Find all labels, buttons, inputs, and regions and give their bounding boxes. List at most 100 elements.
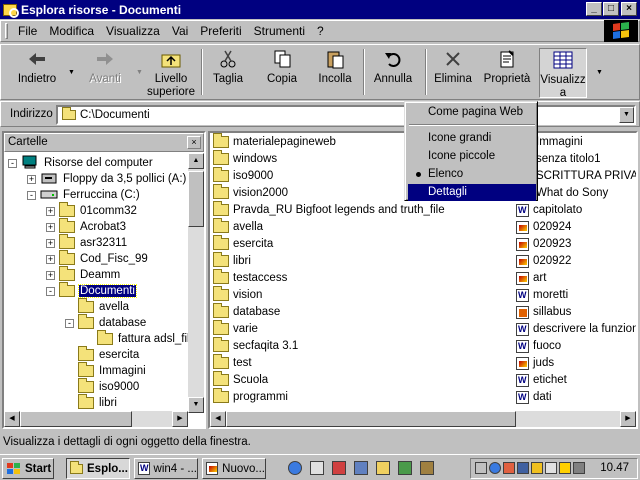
- scroll-down-icon[interactable]: ▼: [188, 397, 204, 413]
- task-explorer[interactable]: Esplo...: [66, 458, 130, 479]
- quicklaunch-outlook-icon[interactable]: [354, 461, 368, 475]
- menu-modifica[interactable]: Modifica: [43, 24, 100, 38]
- quicklaunch-ie-icon[interactable]: [288, 461, 302, 475]
- menu-item-small-icons[interactable]: Icone piccole: [408, 148, 536, 165]
- back-dropdown-icon[interactable]: ▼: [68, 69, 75, 76]
- list-item[interactable]: 020922: [516, 253, 571, 269]
- tray-network-icon[interactable]: [489, 462, 501, 474]
- menu-preferiti[interactable]: Preferiti: [194, 24, 247, 38]
- properties-button[interactable]: Proprietà: [481, 48, 533, 98]
- list-item[interactable]: descrivere la funzione: [516, 321, 636, 337]
- list-item[interactable]: moretti: [516, 287, 568, 303]
- scroll-right-icon[interactable]: ▶: [172, 411, 188, 427]
- list-item[interactable]: libri: [213, 252, 251, 269]
- expand-icon[interactable]: +: [46, 270, 55, 280]
- tree-node[interactable]: + Floppy da 3,5 pollici (A:): [27, 171, 187, 187]
- list-item[interactable]: windows: [213, 150, 277, 167]
- list-item[interactable]: programmi: [213, 388, 288, 405]
- list-item[interactable]: juds: [516, 355, 554, 371]
- quicklaunch-edit-icon[interactable]: [376, 461, 390, 475]
- list-item[interactable]: iso9000: [213, 167, 273, 184]
- scroll-right-icon[interactable]: ▶: [620, 411, 636, 427]
- expand-icon[interactable]: +: [27, 174, 36, 184]
- list-item[interactable]: dati: [516, 389, 552, 405]
- list-horizontal-scrollbar[interactable]: ◀ ▶: [210, 411, 636, 427]
- tree-horizontal-scrollbar[interactable]: ◀ ▶: [4, 411, 188, 427]
- list-item[interactable]: testaccess: [213, 269, 287, 286]
- menu-strumenti[interactable]: Strumenti: [248, 24, 311, 38]
- list-item[interactable]: 020923: [516, 236, 571, 252]
- tray-icon-6[interactable]: [545, 462, 557, 474]
- list-item[interactable]: Scuola: [213, 371, 268, 388]
- list-item[interactable]: capitolato: [516, 202, 582, 218]
- collapse-icon[interactable]: -: [46, 286, 55, 296]
- views-button[interactable]: Visualizz a: [539, 48, 587, 99]
- list-item[interactable]: sillabus: [516, 304, 571, 320]
- task-new[interactable]: Nuovo...: [202, 458, 266, 479]
- tray-icon-3[interactable]: [503, 462, 515, 474]
- list-item[interactable]: secfaqita 3.1: [213, 337, 298, 354]
- tree-node[interactable]: + Acrobat3: [46, 218, 127, 235]
- quicklaunch-channels-icon[interactable]: [332, 461, 346, 475]
- list-item[interactable]: database: [213, 303, 280, 320]
- tree-node[interactable]: libri: [65, 394, 118, 411]
- start-button[interactable]: Start: [2, 458, 54, 479]
- tree-node[interactable]: fattura adsl_file: [84, 330, 197, 347]
- collapse-icon[interactable]: -: [8, 158, 17, 168]
- scroll-left-icon[interactable]: ◀: [210, 411, 226, 427]
- expand-icon[interactable]: +: [46, 222, 55, 232]
- scroll-thumb[interactable]: [20, 411, 132, 427]
- scroll-up-icon[interactable]: ▲: [188, 153, 204, 169]
- scroll-thumb[interactable]: [188, 171, 204, 227]
- tree-node[interactable]: esercita: [65, 346, 140, 363]
- tree-node[interactable]: - Documenti: [46, 282, 137, 299]
- tree-node[interactable]: + asr32311: [46, 234, 128, 251]
- list-item[interactable]: esercita: [213, 235, 273, 252]
- tray-icon-5[interactable]: [531, 462, 543, 474]
- tree-close-button[interactable]: ×: [187, 136, 201, 149]
- back-button[interactable]: Indietro: [11, 48, 63, 98]
- tree-node[interactable]: avella: [65, 298, 130, 315]
- menu-help[interactable]: ?: [311, 24, 330, 38]
- list-item[interactable]: materialepagineweb: [213, 133, 336, 150]
- title-bar[interactable]: Esplora risorse - Documenti _ □ ×: [0, 0, 640, 19]
- tree-vertical-scrollbar[interactable]: ▲ ▼: [188, 153, 204, 413]
- collapse-icon[interactable]: -: [65, 318, 74, 328]
- tray-monitor-icon[interactable]: [517, 462, 529, 474]
- expand-icon[interactable]: +: [46, 238, 55, 248]
- address-dropdown-icon[interactable]: ▼: [619, 107, 634, 123]
- menu-item-details[interactable]: Dettagli: [408, 184, 536, 201]
- list-item[interactable]: vision2000: [213, 184, 288, 201]
- expand-icon[interactable]: +: [46, 206, 55, 216]
- tree-node[interactable]: - Ferruccina (C:): [27, 187, 141, 203]
- address-value[interactable]: C:\Documenti: [80, 109, 150, 121]
- address-field[interactable]: C:\Documenti ▼: [56, 105, 636, 125]
- menu-visualizza[interactable]: Visualizza: [100, 24, 166, 38]
- list-item[interactable]: fuoco: [516, 338, 561, 354]
- tree-node[interactable]: Immagini: [65, 362, 147, 379]
- tree-node[interactable]: iso9000: [65, 378, 140, 395]
- views-dropdown-icon[interactable]: ▼: [596, 69, 603, 76]
- menu-grip[interactable]: [5, 23, 8, 39]
- list-item[interactable]: vision: [213, 286, 262, 303]
- undo-button[interactable]: Annulla: [369, 48, 417, 98]
- paste-button[interactable]: Incolla: [313, 48, 357, 98]
- menu-file[interactable]: File: [12, 24, 43, 38]
- tray-speaker-icon[interactable]: [573, 462, 585, 474]
- scroll-left-icon[interactable]: ◀: [4, 411, 20, 427]
- list-item[interactable]: varie: [213, 320, 258, 337]
- list-item[interactable]: art: [516, 270, 546, 286]
- menu-item-web-page[interactable]: Come pagina Web: [408, 104, 536, 121]
- list-item[interactable]: Pravda_RU Bigfoot legends and truth_file: [213, 201, 445, 218]
- tree-node[interactable]: + Deamm: [46, 266, 121, 283]
- copy-button[interactable]: Copia: [261, 48, 303, 98]
- cut-button[interactable]: Taglia: [207, 48, 249, 98]
- delete-button[interactable]: Elimina: [431, 48, 475, 98]
- expand-icon[interactable]: +: [46, 254, 55, 264]
- list-item[interactable]: 020924: [516, 219, 571, 235]
- tray-icon-1[interactable]: [475, 462, 487, 474]
- tree-node[interactable]: + Cod_Fisc_99: [46, 250, 149, 267]
- close-button[interactable]: ×: [621, 2, 637, 16]
- menu-item-list[interactable]: Elenco: [408, 166, 536, 183]
- tree-node[interactable]: - database: [65, 314, 147, 331]
